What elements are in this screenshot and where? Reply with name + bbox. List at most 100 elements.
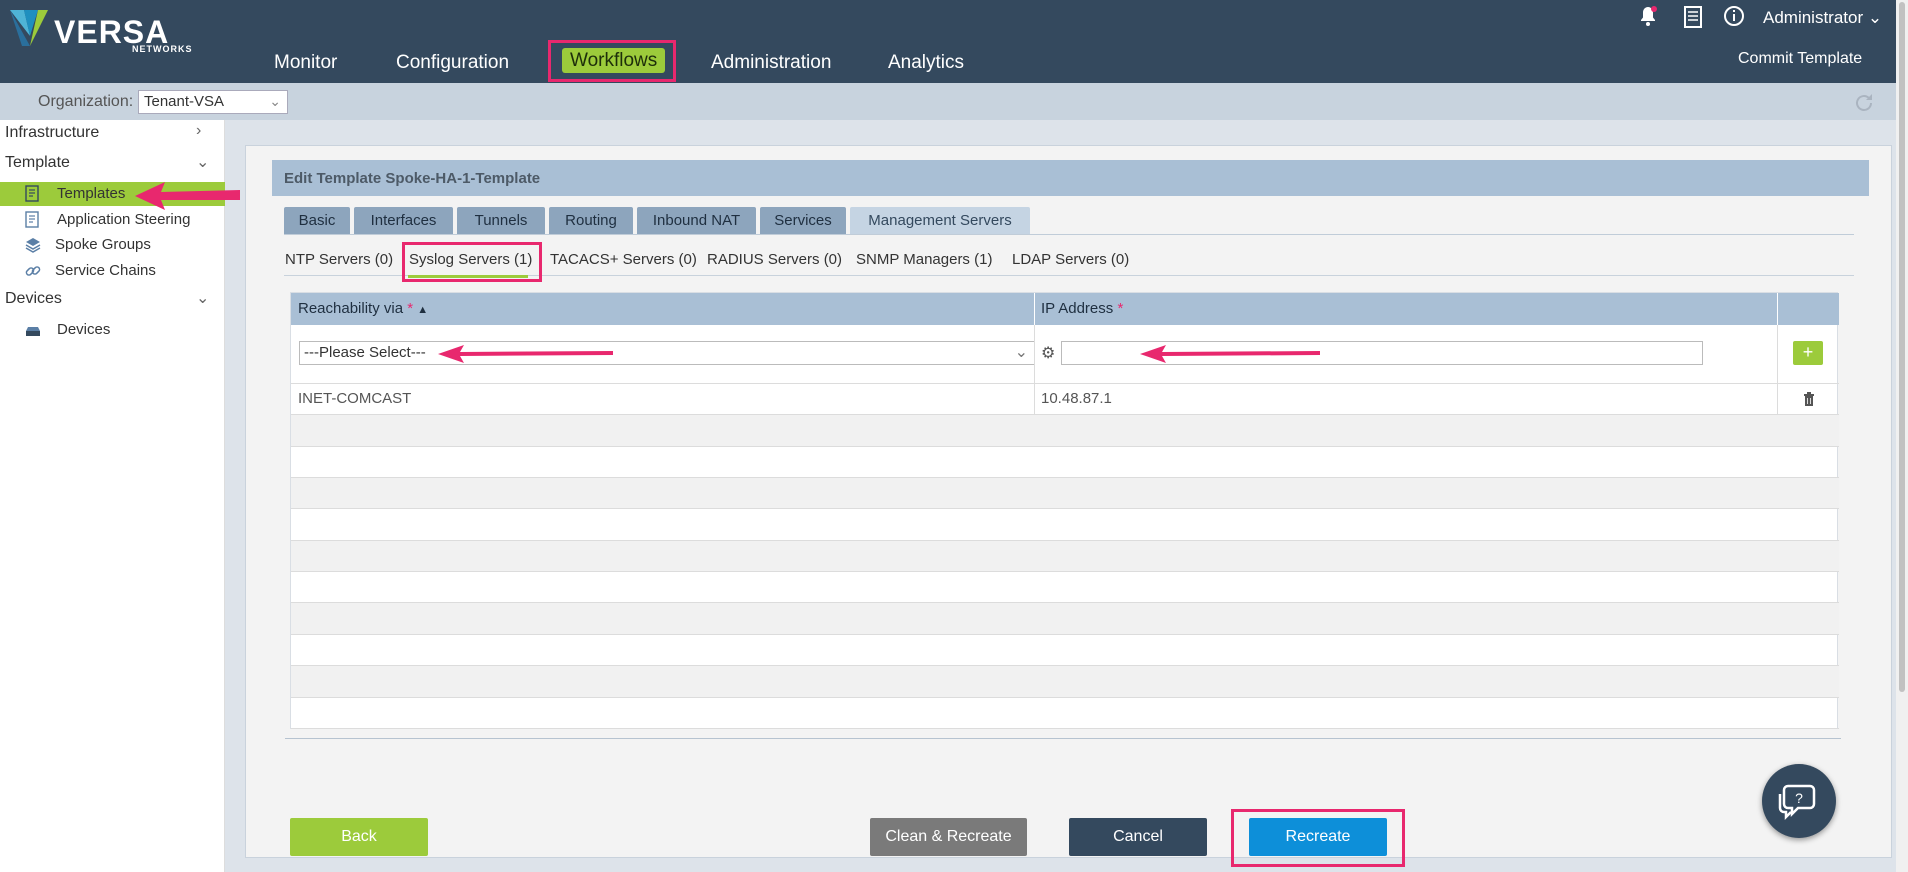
chevron-down-icon: ⌄ <box>269 93 281 109</box>
sidebar-item-label: Spoke Groups <box>55 236 151 253</box>
info-icon[interactable] <box>1723 5 1745 27</box>
svg-text:?: ? <box>1795 790 1803 806</box>
required-mark: * <box>1117 300 1124 317</box>
subtab-snmp-managers[interactable]: SNMP Managers (1) <box>856 251 992 268</box>
tab-basic[interactable]: Basic <box>284 207 350 234</box>
subtab-ntp-servers[interactable]: NTP Servers (0) <box>285 251 393 268</box>
app-steering-doc-icon <box>25 211 39 228</box>
delete-trash-icon[interactable] <box>1803 392 1815 406</box>
device-router-icon <box>26 327 40 336</box>
empty-row <box>291 603 1839 635</box>
organization-label: Organization: <box>38 93 134 110</box>
column-separator <box>1777 293 1778 325</box>
annotation-arrow-icon <box>438 345 613 363</box>
cell-reachability: INET-COMCAST <box>298 390 412 407</box>
user-name: Administrator <box>1763 8 1864 27</box>
nav-analytics[interactable]: Analytics <box>888 52 964 74</box>
required-mark: * <box>407 300 414 317</box>
tab-interfaces[interactable]: Interfaces <box>354 207 453 234</box>
sidebar-item-label: Devices <box>57 321 111 338</box>
empty-row <box>291 541 1839 572</box>
syslog-highlight-box <box>402 242 542 282</box>
sidebar-item-service-chains[interactable]: Service Chains <box>0 259 225 283</box>
column-header-label: IP Address <box>1041 300 1114 317</box>
top-navigation-bar: VERSA NETWORKS Monitor Configuration Wor… <box>0 0 1908 83</box>
reachability-select-value: ---Please Select--- <box>304 344 426 361</box>
chevron-down-icon[interactable]: ⌄ <box>196 152 209 172</box>
table-row[interactable]: INET-COMCAST 10.48.87.1 <box>291 384 1839 415</box>
workflows-highlight-box <box>548 40 676 82</box>
gear-icon[interactable]: ⚙ <box>1041 343 1055 363</box>
nav-configuration[interactable]: Configuration <box>396 52 509 74</box>
annotation-arrow-icon <box>1140 345 1320 363</box>
tasks-document-icon[interactable] <box>1683 6 1703 28</box>
empty-row <box>291 698 1839 729</box>
sidebar-item-spoke-groups[interactable]: Spoke Groups <box>0 233 225 257</box>
brand-sub: NETWORKS <box>132 44 193 54</box>
column-header-reachability[interactable]: Reachability via * ▲︎ <box>298 300 428 317</box>
empty-row <box>291 447 1839 478</box>
clean-recreate-button[interactable]: Clean & Recreate <box>870 818 1027 856</box>
tab-services[interactable]: Services <box>760 207 846 234</box>
sidebar-section-template[interactable]: Template <box>5 154 70 172</box>
tab-tunnels[interactable]: Tunnels <box>457 207 545 234</box>
chevron-down-icon: ⌄ <box>1014 344 1028 361</box>
column-separator <box>1034 293 1035 325</box>
tab-routing[interactable]: Routing <box>549 207 633 234</box>
user-menu[interactable]: Administrator ⌄ <box>1763 8 1882 28</box>
versa-logo-icon <box>10 10 48 46</box>
cell-separator <box>1034 325 1035 384</box>
subtab-ldap-servers[interactable]: LDAP Servers (0) <box>1012 251 1129 268</box>
sidebar-section-devices[interactable]: Devices <box>5 290 62 308</box>
commit-template-button[interactable]: Commit Template <box>1738 50 1862 68</box>
table-header: Reachability via * ▲︎ IP Address * <box>291 293 1839 325</box>
sort-icon[interactable]: ▲︎ <box>417 304 428 316</box>
chat-bubble-icon: ? <box>1778 784 1816 821</box>
sidebar-section-infrastructure[interactable]: Infrastructure <box>5 124 99 142</box>
table-bottom-divider <box>285 738 1841 739</box>
layers-icon <box>25 238 41 253</box>
chevron-down-icon: ⌄ <box>1867 8 1883 27</box>
organization-select[interactable]: Tenant-VSA ⌄ <box>138 90 288 114</box>
sidebar-item-devices[interactable]: Devices <box>0 318 225 342</box>
organization-value: Tenant-VSA <box>144 93 225 110</box>
chevron-right-icon[interactable]: › <box>196 122 201 140</box>
empty-row <box>291 478 1839 509</box>
tabs-divider <box>284 234 1854 235</box>
refresh-icon[interactable] <box>1852 91 1876 115</box>
subtab-tacacs-servers[interactable]: TACACS+ Servers (0) <box>550 251 697 268</box>
empty-row <box>291 635 1839 666</box>
empty-row <box>291 572 1839 603</box>
panel-title: Edit Template Spoke-HA-1-Template <box>272 160 1869 196</box>
cell-separator <box>1034 384 1035 415</box>
nav-administration[interactable]: Administration <box>711 52 831 74</box>
cell-ip-address: 10.48.87.1 <box>1041 390 1112 407</box>
reachability-select[interactable]: ---Please Select--- ⌄ <box>299 341 1035 365</box>
cancel-button[interactable]: Cancel <box>1069 818 1207 856</box>
empty-row <box>291 509 1839 541</box>
versa-logo: VERSA NETWORKS <box>8 6 192 54</box>
tab-management-servers[interactable]: Management Servers <box>850 207 1030 234</box>
notification-bell-icon[interactable] <box>1636 4 1660 28</box>
sidebar-item-label: Templates <box>57 185 126 202</box>
nav-monitor[interactable]: Monitor <box>274 52 337 74</box>
chat-support-button[interactable]: ? <box>1762 764 1836 838</box>
tab-inbound-nat[interactable]: Inbound NAT <box>637 207 756 234</box>
organization-bar: Organization: Tenant-VSA ⌄ <box>0 83 1908 120</box>
chevron-down-icon[interactable]: ⌄ <box>196 288 209 308</box>
subtab-radius-servers[interactable]: RADIUS Servers (0) <box>707 251 842 268</box>
cell-separator <box>1777 325 1778 384</box>
back-button[interactable]: Back <box>290 818 428 856</box>
recreate-highlight-box <box>1231 809 1405 867</box>
annotation-arrow-icon <box>135 182 240 210</box>
cell-separator <box>1777 384 1778 415</box>
link-chain-icon <box>25 266 41 276</box>
empty-row <box>291 415 1839 447</box>
empty-row <box>291 666 1839 698</box>
add-row-button[interactable]: + <box>1793 341 1823 365</box>
left-sidebar: Infrastructure › Template ⌄ Templates Ap… <box>0 120 225 872</box>
sidebar-item-label: Service Chains <box>55 262 156 279</box>
column-header-ip-address: IP Address * <box>1041 300 1123 317</box>
scrollbar-thumb[interactable] <box>1899 2 1905 692</box>
template-doc-icon <box>25 185 39 202</box>
